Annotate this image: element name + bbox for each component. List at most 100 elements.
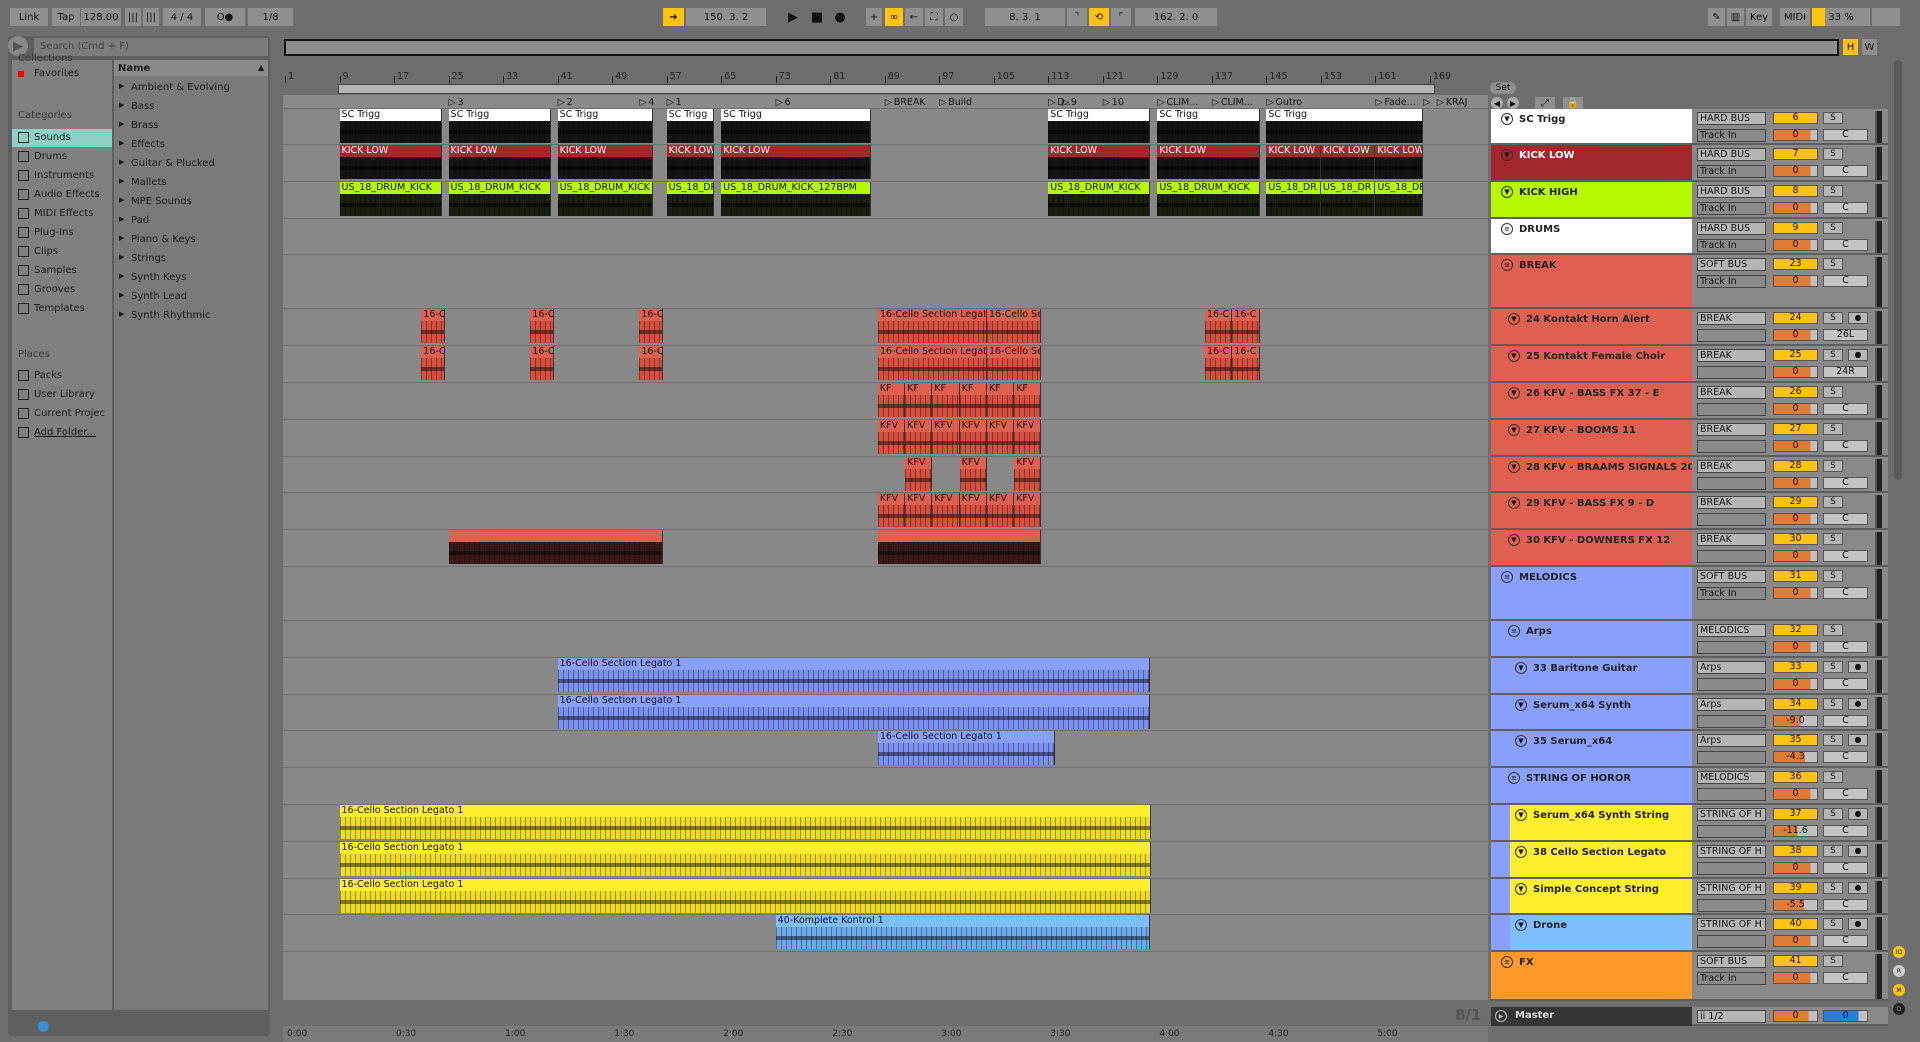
volume-field[interactable]: -9.0 (1773, 714, 1818, 727)
clip[interactable]: 16-Cello Section Legato (877, 309, 987, 344)
sidebar-item-grooves[interactable]: Grooves (12, 281, 112, 299)
track-name[interactable]: STRING OF HOROR (1526, 773, 1631, 784)
solo-button[interactable]: S (1823, 918, 1843, 931)
output-routing-select[interactable]: HARD BUS (1697, 112, 1766, 125)
clip[interactable]: KF (959, 383, 987, 417)
track-header[interactable]: ▼ SC Trigg (1491, 109, 1692, 145)
master-pan[interactable]: 0 (1823, 1010, 1868, 1022)
clip[interactable]: KFV (959, 456, 987, 491)
track-header[interactable]: ▼ 27 KFV - BOOMS 11 (1491, 419, 1692, 457)
track-fold-icon[interactable]: ▼ (1508, 387, 1520, 399)
track-name[interactable]: 25 Kontakt Female Choir (1526, 351, 1665, 362)
track-activator-button[interactable]: 28 (1773, 459, 1818, 472)
mixer-toggle-icon[interactable]: M (1893, 984, 1905, 996)
locator[interactable]: ▷ (1423, 97, 1430, 108)
clip[interactable]: KICK LOW (666, 145, 715, 179)
track-fold-icon[interactable]: ▼ (1515, 882, 1527, 895)
track-lane[interactable]: 16-Cello Section Legato 1 (283, 731, 1488, 769)
arrangement-position-field[interactable]: 150. 3. 2 (686, 8, 766, 26)
volume-field[interactable]: -5.5 (1773, 898, 1818, 911)
track-name[interactable]: KICK HIGH (1519, 187, 1578, 198)
track-lane[interactable]: US_18_DRUM_KICK US_18_DRUM_KICK US_18_DRUM… (283, 181, 1488, 219)
track-fold-icon[interactable]: ▼ (1515, 698, 1527, 711)
volume-field[interactable]: -11.6 (1773, 825, 1818, 837)
clip[interactable]: KICK LOW (1375, 145, 1424, 179)
track-activator-button[interactable]: 35 (1773, 734, 1818, 747)
pan-field[interactable]: 26L (1823, 329, 1868, 342)
locator-name[interactable]: 6 (785, 97, 791, 108)
locator[interactable]: ▷ (1062, 97, 1069, 108)
clip[interactable]: SC Trigg (721, 109, 872, 143)
track-header[interactable]: ≡ BREAK (1491, 255, 1692, 310)
track-activator-button[interactable]: 7 (1773, 148, 1818, 160)
input-routing-select[interactable] (1697, 439, 1766, 453)
clip[interactable]: US_18_DRUM_KICK (339, 181, 442, 216)
pan-field[interactable]: C (1823, 550, 1868, 563)
pan-field[interactable]: C (1823, 677, 1868, 690)
clip[interactable]: US_18_DRUM_KICK (1048, 181, 1151, 216)
track-name[interactable]: 35 Serum_x64 (1533, 736, 1612, 747)
clip[interactable]: 16-Cello Section Legato 1 (339, 878, 1151, 913)
h-button[interactable]: H (1843, 39, 1858, 55)
record-arm-button[interactable]: ● (1848, 349, 1868, 362)
track-fold-icon[interactable]: ▼ (1501, 113, 1513, 125)
volume-field[interactable]: 0 (1773, 788, 1818, 801)
track-name[interactable]: 28 KFV - BRAAMS SIGNALS 20 v (1526, 462, 1704, 473)
clip[interactable]: KF (1014, 383, 1042, 417)
arrangement-overview[interactable] (284, 39, 1839, 56)
tap-tempo-button[interactable]: Tap (52, 8, 80, 26)
record-arm-button[interactable]: ● (1848, 918, 1868, 931)
clip[interactable]: SC Trigg (557, 109, 653, 143)
browser-item[interactable]: Piano & Keys (131, 234, 196, 245)
track-header[interactable]: ▼ Serum_x64 Synth String (1491, 805, 1692, 842)
track-lane[interactable]: KF KF KF KF KF KF (283, 383, 1488, 420)
link-button[interactable]: Link (10, 8, 48, 26)
master-output-select[interactable]: ii 1/2 (1697, 1010, 1766, 1023)
midi-map-button[interactable]: MIDI (1780, 8, 1810, 26)
locator-name[interactable]: 10 (1112, 97, 1124, 108)
volume-field[interactable]: 0 (1773, 366, 1818, 379)
track-lane[interactable] (283, 952, 1488, 1002)
input-routing-select[interactable]: Track In (1697, 275, 1766, 289)
clip[interactable] (448, 530, 664, 565)
track-header[interactable]: ≡ STRING OF HOROR (1491, 768, 1692, 805)
output-routing-select[interactable]: BREAK (1697, 422, 1766, 436)
clip[interactable]: SC Trigg (339, 109, 442, 143)
track-header[interactable]: ▼ 29 KFV - BASS FX 9 - D (1491, 493, 1692, 531)
record-arm-button[interactable]: ● (1848, 881, 1868, 894)
clip[interactable]: SC Trigg (666, 109, 715, 143)
track-name[interactable]: 38 Cello Section Legato (1533, 847, 1666, 858)
clip[interactable]: KFV (986, 493, 1015, 528)
output-routing-select[interactable]: BREAK (1697, 386, 1766, 399)
browser-item[interactable]: Brass (131, 120, 159, 131)
pan-field[interactable]: C (1823, 439, 1868, 452)
pencil-icon[interactable]: ✎ (1708, 8, 1725, 26)
sidebar-item-templates[interactable]: Templates (12, 300, 112, 318)
capture-icon[interactable]: ⛶ (925, 8, 943, 26)
input-routing-select[interactable] (1697, 476, 1766, 490)
output-routing-select[interactable]: MELODICS (1697, 771, 1766, 785)
pan-field[interactable]: C (1823, 898, 1868, 911)
volume-field[interactable]: 0 (1773, 972, 1818, 985)
clip[interactable]: 16-C (1205, 309, 1233, 344)
track-activator-button[interactable]: 41 (1773, 955, 1818, 968)
solo-button[interactable]: S (1823, 496, 1843, 509)
track-activator-button[interactable]: 38 (1773, 844, 1818, 857)
track-header[interactable]: ▼ 33 Baritone Guitar (1491, 657, 1692, 695)
track-name[interactable]: Simple Concept String (1533, 884, 1659, 895)
pan-field[interactable]: C (1823, 641, 1868, 653)
output-routing-select[interactable]: SOFT BUS (1697, 258, 1766, 272)
clip[interactable]: US_18_DR (1266, 181, 1321, 216)
volume-field[interactable]: 0 (1773, 641, 1818, 653)
folder-expand-icon[interactable]: ▶ (119, 139, 124, 147)
record-arm-button[interactable]: ● (1848, 808, 1868, 820)
loop-icon[interactable]: ⟲ (1089, 8, 1109, 26)
time-ruler[interactable] (283, 1026, 1488, 1042)
clip[interactable]: 16-C (639, 309, 664, 344)
input-routing-select[interactable] (1697, 714, 1766, 728)
track-name[interactable]: Serum_x64 Synth (1533, 700, 1631, 711)
track-header[interactable]: ▼ KICK LOW (1491, 145, 1692, 182)
folder-expand-icon[interactable]: ▶ (119, 82, 124, 90)
clip[interactable]: KFV (959, 493, 987, 528)
pan-field[interactable]: 24R (1823, 366, 1868, 379)
